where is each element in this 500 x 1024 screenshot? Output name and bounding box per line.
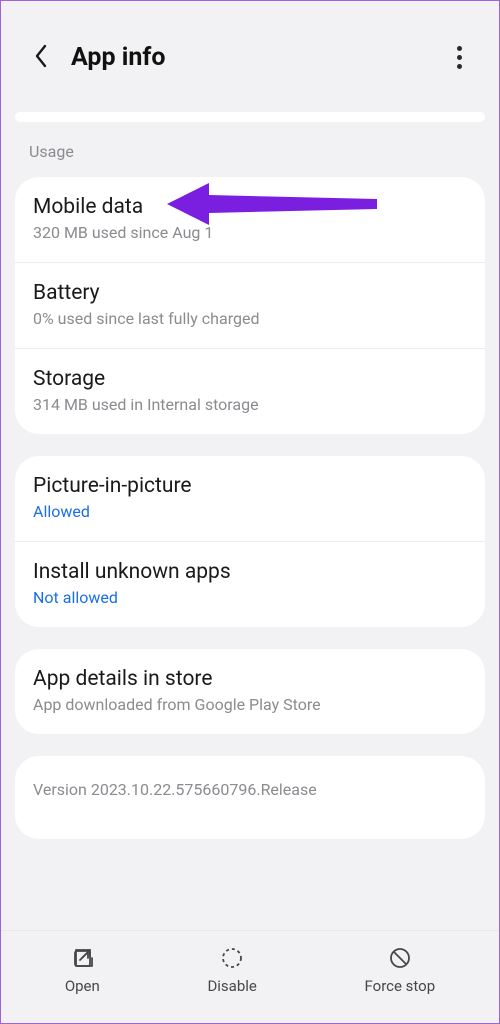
row-subtitle: 314 MB used in Internal storage <box>33 395 467 414</box>
header: App info <box>1 1 499 84</box>
row-subtitle: 0% used since last fully charged <box>33 309 467 328</box>
collapsed-card <box>15 112 485 122</box>
force-stop-icon <box>387 945 413 971</box>
section-label-usage: Usage <box>1 122 499 169</box>
version-card: Version 2023.10.22.575660796.Release <box>15 756 485 839</box>
row-title: Install unknown apps <box>33 560 467 584</box>
row-install-unknown-apps[interactable]: Install unknown apps Not allowed <box>15 541 485 627</box>
row-subtitle: 320 MB used since Aug 1 <box>33 223 467 242</box>
open-icon <box>69 945 95 971</box>
row-storage[interactable]: Storage 314 MB used in Internal storage <box>15 348 485 434</box>
usage-card: Mobile data 320 MB used since Aug 1 Batt… <box>15 177 485 434</box>
page-title: App info <box>71 43 447 72</box>
force-stop-button[interactable]: Force stop <box>365 945 436 995</box>
row-title: App details in store <box>33 667 467 691</box>
open-label: Open <box>65 977 100 995</box>
row-picture-in-picture[interactable]: Picture-in-picture Allowed <box>15 456 485 541</box>
row-subtitle: Not allowed <box>33 588 467 607</box>
open-button[interactable]: Open <box>65 945 100 995</box>
more-vertical-icon <box>457 46 462 69</box>
disable-icon <box>219 945 245 971</box>
footer-actions: Open Disable Force stop <box>1 930 499 1023</box>
version-text: Version 2023.10.22.575660796.Release <box>33 780 317 799</box>
store-card: App details in store App downloaded from… <box>15 649 485 734</box>
row-subtitle: App downloaded from Google Play Store <box>33 695 467 714</box>
permissions-card: Picture-in-picture Allowed Install unkno… <box>15 456 485 627</box>
row-mobile-data[interactable]: Mobile data 320 MB used since Aug 1 <box>15 177 485 262</box>
disable-label: Disable <box>207 977 256 995</box>
row-battery[interactable]: Battery 0% used since last fully charged <box>15 262 485 348</box>
disable-button[interactable]: Disable <box>207 945 256 995</box>
row-subtitle: Allowed <box>33 502 467 521</box>
row-title: Storage <box>33 367 467 391</box>
back-button[interactable] <box>29 46 53 70</box>
row-title: Picture-in-picture <box>33 474 467 498</box>
row-app-details-store[interactable]: App details in store App downloaded from… <box>15 649 485 734</box>
row-title: Battery <box>33 281 467 305</box>
row-title: Mobile data <box>33 195 467 219</box>
more-options-button[interactable] <box>447 46 471 70</box>
force-stop-label: Force stop <box>365 977 436 995</box>
chevron-left-icon <box>34 44 48 72</box>
